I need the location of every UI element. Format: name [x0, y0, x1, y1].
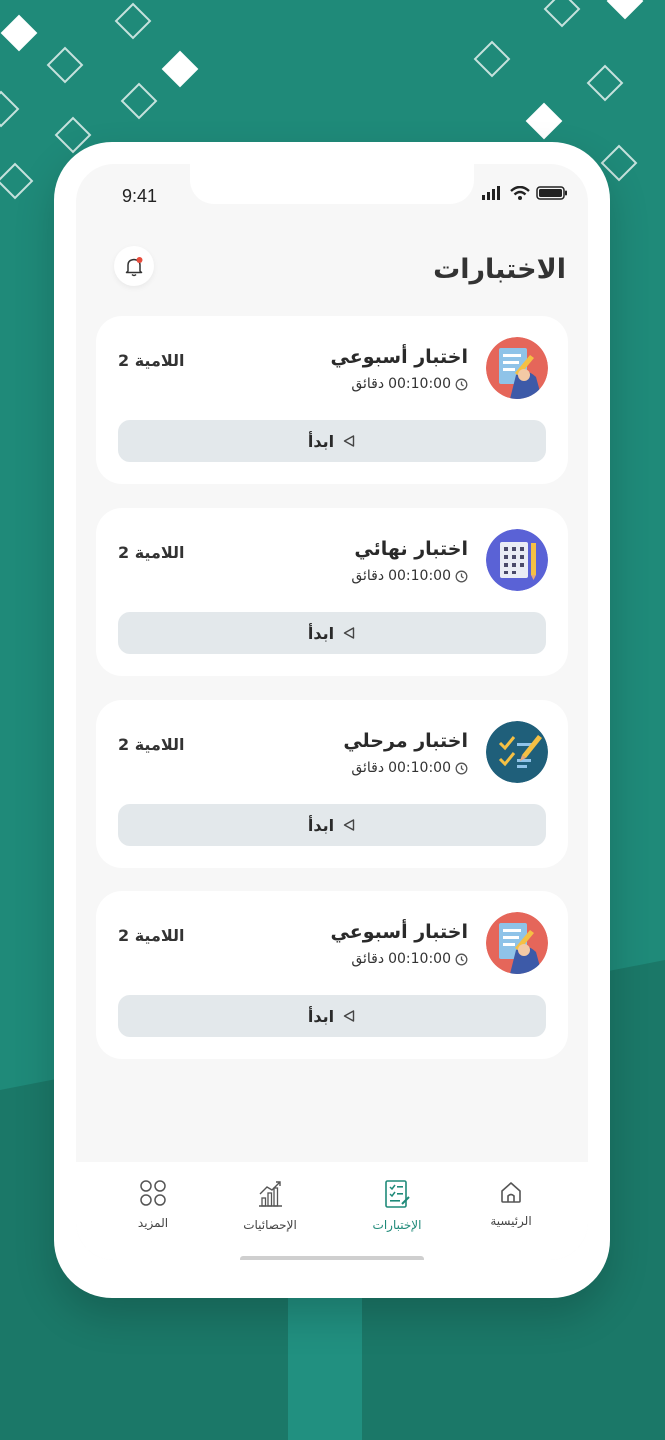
quiz-card: اختبار أسبوعي دقائق 00:10:00 اللامية 2 ا… — [96, 891, 568, 1059]
start-quiz-button[interactable]: ابدأ — [118, 804, 546, 846]
quiz-card: اختبار نهائي دقائق 00:10:00 اللامية 2 اب… — [96, 508, 568, 676]
decor-diamond — [586, 64, 624, 102]
tab-exams[interactable]: الإختبارات — [352, 1178, 442, 1232]
quiz-level: اللامية 2 — [118, 735, 185, 754]
quiz-duration: دقائق 00:10:00 — [351, 376, 468, 392]
quiz-card: اختبار أسبوعي دقائق 00:10:00 اللامية 2 ا… — [96, 316, 568, 484]
decor-diamond — [600, 144, 638, 182]
duration-unit: دقائق — [351, 760, 385, 776]
clock-icon — [455, 953, 468, 965]
start-quiz-button[interactable]: ابدأ — [118, 612, 546, 654]
decor-diamond — [606, 0, 644, 20]
tab-label: الإحصائيات — [243, 1218, 297, 1232]
weekly-exam-icon — [486, 912, 548, 974]
clock-icon — [455, 378, 468, 390]
decor-diamond — [0, 90, 20, 128]
stage-exam-icon — [486, 721, 548, 783]
quiz-title: اختبار مرحلي — [343, 730, 468, 752]
background-stripe — [288, 1290, 362, 1440]
start-label: ابدأ — [307, 623, 335, 643]
tab-label: المزيد — [137, 1216, 169, 1230]
quiz-duration: دقائق 00:10:00 — [351, 951, 468, 967]
start-label: ابدأ — [307, 1006, 335, 1026]
quiz-title: اختبار أسبوعي — [330, 921, 468, 943]
quiz-title: اختبار أسبوعي — [330, 346, 468, 368]
status-time: 9:41 — [122, 186, 158, 206]
clock-icon — [455, 570, 468, 582]
play-triangle-icon — [343, 435, 355, 447]
weekly-exam-icon — [486, 337, 548, 399]
duration-unit: دقائق — [351, 951, 385, 967]
quiz-title: اختبار نهائي — [354, 538, 468, 560]
play-triangle-icon — [343, 819, 355, 831]
start-label: ابدأ — [307, 431, 335, 451]
decor-diamond — [161, 50, 199, 88]
decor-diamond — [525, 102, 563, 140]
decor-diamond — [46, 46, 84, 84]
start-label: ابدأ — [307, 815, 335, 835]
duration-value: 00:10:00 — [388, 376, 451, 392]
bell-icon — [125, 257, 143, 277]
quiz-card: اختبار مرحلي دقائق 00:10:00 اللامية 2 اب… — [96, 700, 568, 868]
quiz-duration: دقائق 00:10:00 — [351, 760, 468, 776]
stats-icon — [259, 1181, 282, 1207]
play-triangle-icon — [343, 627, 355, 639]
quiz-level: اللامية 2 — [118, 351, 185, 370]
quiz-level: اللامية 2 — [118, 543, 185, 562]
duration-unit: دقائق — [351, 568, 385, 584]
wifi-icon — [510, 186, 530, 200]
decor-diamond — [114, 2, 152, 40]
page-title: الاختبارات — [433, 254, 566, 285]
home-icon — [501, 1182, 521, 1203]
start-quiz-button[interactable]: ابدأ — [118, 995, 546, 1037]
clock-icon — [455, 762, 468, 774]
tab-label: الإختبارات — [372, 1218, 422, 1232]
tab-more[interactable]: المزيد — [108, 1178, 198, 1230]
play-triangle-icon — [343, 1010, 355, 1022]
exam-icon — [385, 1180, 410, 1208]
status-icons — [482, 186, 568, 200]
start-quiz-button[interactable]: ابدأ — [118, 420, 546, 462]
tab-label: الرئيسية — [490, 1214, 532, 1228]
tab-statistics[interactable]: الإحصائيات — [225, 1178, 315, 1232]
phone-frame: 9:41 الاختبارات اختبار أسبوعي دقائق 00:1… — [54, 142, 610, 1298]
decor-diamond — [0, 162, 34, 200]
notifications-button[interactable] — [114, 246, 154, 286]
signal-icon — [482, 186, 500, 200]
more-grid-icon — [140, 1180, 166, 1206]
home-indicator — [240, 1256, 424, 1260]
phone-notch — [190, 164, 474, 204]
duration-value: 00:10:00 — [388, 760, 451, 776]
final-exam-icon — [486, 529, 548, 591]
duration-value: 00:10:00 — [388, 951, 451, 967]
decor-diamond — [0, 14, 38, 52]
decor-diamond — [543, 0, 581, 28]
decor-diamond — [120, 82, 158, 120]
battery-icon — [536, 186, 567, 200]
bottom-tab-bar: الرئيسية الإختبارات الإحصائيات المزيد — [76, 1162, 588, 1260]
tab-home[interactable]: الرئيسية — [466, 1178, 556, 1228]
decor-diamond — [473, 40, 511, 78]
duration-unit: دقائق — [351, 376, 385, 392]
duration-value: 00:10:00 — [388, 568, 451, 584]
app-screen: 9:41 الاختبارات اختبار أسبوعي دقائق 00:1… — [76, 164, 588, 1260]
quiz-level: اللامية 2 — [118, 926, 185, 945]
quiz-duration: دقائق 00:10:00 — [351, 568, 468, 584]
